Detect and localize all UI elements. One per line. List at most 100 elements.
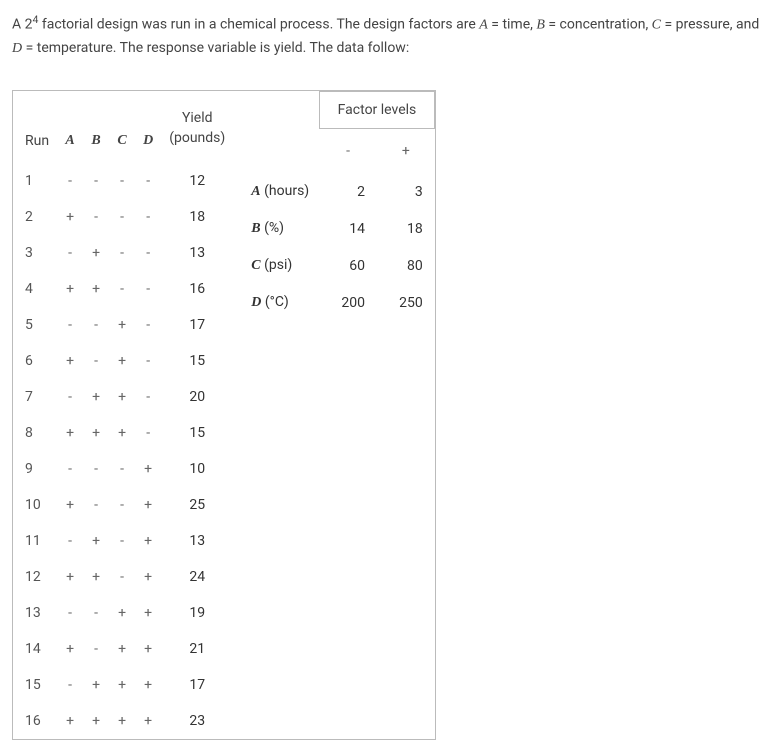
cell-D: - [135, 163, 161, 199]
run-num: 4 [13, 271, 57, 307]
cell-yield: 12 [161, 163, 233, 199]
factor-name: A (hours) [241, 173, 319, 210]
factor-row: C (psi)6080 [241, 247, 434, 284]
cell-D: + [135, 631, 161, 667]
level-high: + [377, 129, 435, 174]
cell-B: - [83, 199, 109, 235]
design-table: Run A B C D Yield (pounds) 1----122+---1… [13, 91, 233, 738]
factor-row: A (hours)23 [241, 173, 434, 210]
cell-D: - [135, 307, 161, 343]
cell-A: + [57, 271, 83, 307]
cell-D: - [135, 379, 161, 415]
run-num: 13 [13, 595, 57, 631]
cell-A: + [57, 199, 83, 235]
table-row: 2+---18 [13, 199, 233, 235]
cell-C: - [109, 235, 135, 271]
table-row: 11-+-+13 [13, 523, 233, 559]
cell-A: - [57, 307, 83, 343]
cell-C: - [109, 559, 135, 595]
cell-C: + [109, 703, 135, 739]
cell-C: + [109, 631, 135, 667]
factor-high: 80 [377, 247, 435, 284]
cell-A: - [57, 379, 83, 415]
run-num: 1 [13, 163, 57, 199]
table-row: 9---+10 [13, 451, 233, 487]
cell-D: - [135, 271, 161, 307]
cell-yield: 17 [161, 667, 233, 703]
run-num: 15 [13, 667, 57, 703]
cell-C: + [109, 379, 135, 415]
cell-B: + [83, 379, 109, 415]
cell-A: - [57, 523, 83, 559]
table-row: 1----12 [13, 163, 233, 199]
cell-C: - [109, 451, 135, 487]
cell-A: + [57, 415, 83, 451]
table-row: 5--+-17 [13, 307, 233, 343]
run-num: 12 [13, 559, 57, 595]
cell-yield: 13 [161, 523, 233, 559]
cell-D: - [135, 415, 161, 451]
cell-D: + [135, 523, 161, 559]
factor-low: 2 [319, 173, 377, 210]
col-C: C [109, 91, 135, 162]
cell-B: + [83, 559, 109, 595]
run-num: 2 [13, 199, 57, 235]
table-row: 12++-+24 [13, 559, 233, 595]
factor-name: D (°C) [241, 284, 319, 321]
table-row: 15-+++17 [13, 667, 233, 703]
cell-C: - [109, 487, 135, 523]
cell-D: - [135, 235, 161, 271]
table-row: 6+-+-15 [13, 343, 233, 379]
level-low: - [319, 129, 377, 174]
cell-B: - [83, 343, 109, 379]
cell-C: - [109, 199, 135, 235]
table-row: 7-++-20 [13, 379, 233, 415]
cell-D: + [135, 667, 161, 703]
factor-row: B (%)1418 [241, 210, 434, 247]
cell-B: - [83, 487, 109, 523]
cell-C: + [109, 415, 135, 451]
table-row: 8+++-15 [13, 415, 233, 451]
factor-high: 3 [377, 173, 435, 210]
cell-B: + [83, 523, 109, 559]
cell-yield: 25 [161, 487, 233, 523]
cell-D: + [135, 559, 161, 595]
table-row: 16++++23 [13, 703, 233, 739]
run-num: 11 [13, 523, 57, 559]
factor-name: B (%) [241, 210, 319, 247]
run-num: 8 [13, 415, 57, 451]
cell-yield: 15 [161, 415, 233, 451]
col-A: A [57, 91, 83, 162]
factor-high: 18 [377, 210, 435, 247]
problem-statement: A 24 factorial design was run in a chemi… [12, 12, 771, 60]
run-num: 7 [13, 379, 57, 415]
run-num: 10 [13, 487, 57, 523]
col-run: Run [13, 91, 57, 162]
cell-A: - [57, 235, 83, 271]
cell-B: + [83, 415, 109, 451]
cell-yield: 23 [161, 703, 233, 739]
cell-yield: 17 [161, 307, 233, 343]
factor-row: D (°C)200250 [241, 284, 434, 321]
cell-D: + [135, 487, 161, 523]
cell-A: + [57, 559, 83, 595]
table-row: 3-+--13 [13, 235, 233, 271]
run-num: 16 [13, 703, 57, 739]
run-num: 14 [13, 631, 57, 667]
run-num: 5 [13, 307, 57, 343]
cell-C: - [109, 523, 135, 559]
cell-D: + [135, 703, 161, 739]
cell-yield: 21 [161, 631, 233, 667]
cell-C: - [109, 163, 135, 199]
cell-D: + [135, 451, 161, 487]
cell-B: - [83, 163, 109, 199]
cell-A: - [57, 667, 83, 703]
cell-A: + [57, 703, 83, 739]
cell-yield: 16 [161, 271, 233, 307]
cell-B: + [83, 271, 109, 307]
factor-levels-table: Factor levels - + A (hours)23B (%)1418C … [241, 91, 435, 321]
factor-name: C (psi) [241, 247, 319, 284]
cell-A: + [57, 487, 83, 523]
cell-B: - [83, 595, 109, 631]
cell-B: - [83, 451, 109, 487]
